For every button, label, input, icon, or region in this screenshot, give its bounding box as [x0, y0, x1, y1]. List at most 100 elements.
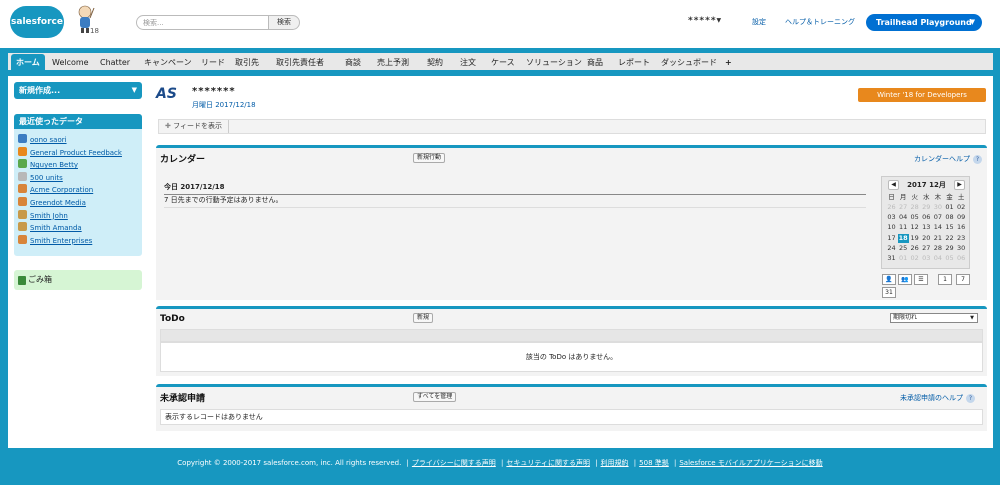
- calendar-day[interactable]: 02: [909, 254, 920, 263]
- calendar-day[interactable]: 28: [909, 203, 920, 212]
- calendar-day[interactable]: 18: [897, 233, 909, 243]
- recent-item-label[interactable]: General Product Feedback: [30, 149, 122, 157]
- tab-dashboards[interactable]: ダッシュボード: [661, 55, 717, 71]
- calendar-day[interactable]: 21: [932, 234, 943, 243]
- setup-link[interactable]: 設定: [752, 17, 766, 27]
- recent-item[interactable]: General Product Feedback: [18, 146, 122, 159]
- tab-orders[interactable]: 注文: [460, 55, 476, 71]
- new-create-dropdown[interactable]: 新規作成... ▼: [14, 82, 142, 99]
- tab-accounts[interactable]: 取引先: [235, 55, 259, 71]
- recent-item-label[interactable]: oono saori: [30, 136, 67, 144]
- calendar-day[interactable]: 07: [932, 213, 943, 222]
- app-switcher[interactable]: Trailhead Playground ▼: [866, 14, 982, 31]
- calendar-day[interactable]: 23: [956, 234, 967, 243]
- tab-leads[interactable]: リード: [201, 55, 225, 71]
- recent-item[interactable]: 500 units: [18, 171, 63, 184]
- winter-release-button[interactable]: Winter '18 for Developers: [858, 88, 986, 102]
- calendar-day[interactable]: 13: [921, 223, 932, 232]
- chevron-left-icon[interactable]: ◀: [888, 180, 899, 190]
- calendar-day[interactable]: 03: [886, 213, 897, 222]
- recent-item-label[interactable]: Smith Enterprises: [30, 237, 92, 245]
- calendar-day[interactable]: 26: [909, 244, 920, 253]
- new-task-button[interactable]: 新規: [413, 313, 434, 323]
- salesforce-logo[interactable]: salesforce: [10, 6, 64, 38]
- calendar-day[interactable]: 29: [921, 203, 932, 212]
- privacy-link[interactable]: プライバシーに関する声明: [412, 459, 496, 467]
- calendar-day[interactable]: 05: [944, 254, 955, 263]
- tab-reports[interactable]: レポート: [618, 55, 650, 71]
- calendar-day[interactable]: 11: [898, 223, 909, 232]
- calendar-day[interactable]: 01: [898, 254, 909, 263]
- tab-contacts[interactable]: 取引先責任者: [276, 55, 324, 71]
- recent-item[interactable]: Smith John: [18, 209, 68, 222]
- tab-forecasts[interactable]: 売上予測: [377, 55, 409, 71]
- recent-item-label[interactable]: Nguyen Betty: [30, 161, 78, 169]
- todo-filter-select[interactable]: 期限切れ ▼: [890, 313, 978, 323]
- terms-link[interactable]: 利用規約: [601, 459, 629, 467]
- tab-chatter[interactable]: Chatter: [100, 55, 130, 71]
- single-user-view-icon[interactable]: 👤: [882, 274, 896, 285]
- user-menu[interactable]: *****▼: [688, 16, 722, 26]
- manage-all-button[interactable]: すべてを管理: [413, 392, 457, 402]
- calendar-day[interactable]: 22: [944, 234, 955, 243]
- compliance-508-link[interactable]: 508 準拠: [639, 459, 669, 467]
- recent-item[interactable]: Acme Corporation: [18, 184, 93, 196]
- recycle-bin[interactable]: ごみ箱: [14, 270, 142, 290]
- calendar-day[interactable]: 26: [886, 203, 897, 212]
- recent-item[interactable]: Smith Amanda: [18, 222, 82, 234]
- help-training-link[interactable]: ヘルプ＆トレーニング: [785, 17, 855, 27]
- calendar-day[interactable]: 29: [944, 244, 955, 253]
- calendar-day[interactable]: 30: [932, 203, 943, 212]
- month-view-icon[interactable]: 31: [882, 287, 896, 298]
- week-view-icon[interactable]: 7: [956, 274, 970, 285]
- calendar-day[interactable]: 17: [886, 234, 897, 243]
- day-view-icon[interactable]: 1: [938, 274, 952, 285]
- tab-home[interactable]: ホーム: [11, 54, 45, 72]
- calendar-day[interactable]: 10: [886, 223, 897, 232]
- calendar-day[interactable]: 09: [956, 213, 967, 222]
- recent-item[interactable]: Smith Enterprises: [18, 234, 92, 247]
- calendar-day[interactable]: 25: [898, 244, 909, 253]
- recent-item[interactable]: Nguyen Betty: [18, 159, 78, 171]
- tab-cases[interactable]: ケース: [491, 55, 515, 71]
- calendar-day[interactable]: 06: [956, 254, 967, 263]
- calendar-day[interactable]: 04: [898, 213, 909, 222]
- search-input[interactable]: 検索...: [136, 15, 270, 30]
- calendar-day[interactable]: 06: [921, 213, 932, 222]
- calendar-day[interactable]: 24: [886, 244, 897, 253]
- list-view-icon[interactable]: ☰: [914, 274, 928, 285]
- recent-item[interactable]: oono saori: [18, 134, 67, 146]
- tab-opportunities[interactable]: 商談: [345, 55, 361, 71]
- calendar-day[interactable]: 03: [921, 254, 932, 263]
- search-button[interactable]: 検索: [268, 15, 300, 30]
- calendar-day[interactable]: 02: [956, 203, 967, 212]
- new-event-button[interactable]: 新規行動: [413, 153, 446, 163]
- show-feed-link[interactable]: ✚ フィードを表示: [165, 120, 229, 133]
- recent-item-label[interactable]: Acme Corporation: [30, 186, 93, 194]
- tab-products[interactable]: 商品: [587, 55, 603, 71]
- calendar-day[interactable]: 05: [909, 213, 920, 222]
- recent-item-label[interactable]: Smith John: [30, 212, 68, 220]
- tab-add-icon[interactable]: +: [725, 55, 732, 71]
- calendar-day[interactable]: 14: [932, 223, 943, 232]
- recent-item-label[interactable]: Greendot Media: [30, 199, 86, 207]
- calendar-help-link[interactable]: カレンダーヘルプ?: [914, 154, 982, 164]
- calendar-day[interactable]: 16: [956, 223, 967, 232]
- tab-solutions[interactable]: ソリューション: [526, 55, 582, 71]
- tab-welcome[interactable]: Welcome: [52, 55, 89, 71]
- calendar-day[interactable]: 01: [944, 203, 955, 212]
- chevron-right-icon[interactable]: ▶: [954, 180, 965, 190]
- calendar-day[interactable]: 30: [956, 244, 967, 253]
- recent-item-label[interactable]: Smith Amanda: [30, 224, 82, 232]
- calendar-day[interactable]: 20: [921, 234, 932, 243]
- calendar-day[interactable]: 15: [944, 223, 955, 232]
- calendar-day[interactable]: 27: [898, 203, 909, 212]
- approval-help-link[interactable]: 未承認申請のヘルプ?: [900, 393, 975, 403]
- recent-item-label[interactable]: 500 units: [30, 174, 63, 182]
- calendar-day[interactable]: 12: [909, 223, 920, 232]
- calendar-day[interactable]: 19: [909, 234, 920, 243]
- recent-item[interactable]: Greendot Media: [18, 197, 86, 209]
- calendar-day[interactable]: 27: [921, 244, 932, 253]
- calendar-day[interactable]: 04: [932, 254, 943, 263]
- multi-user-view-icon[interactable]: 👥: [898, 274, 912, 285]
